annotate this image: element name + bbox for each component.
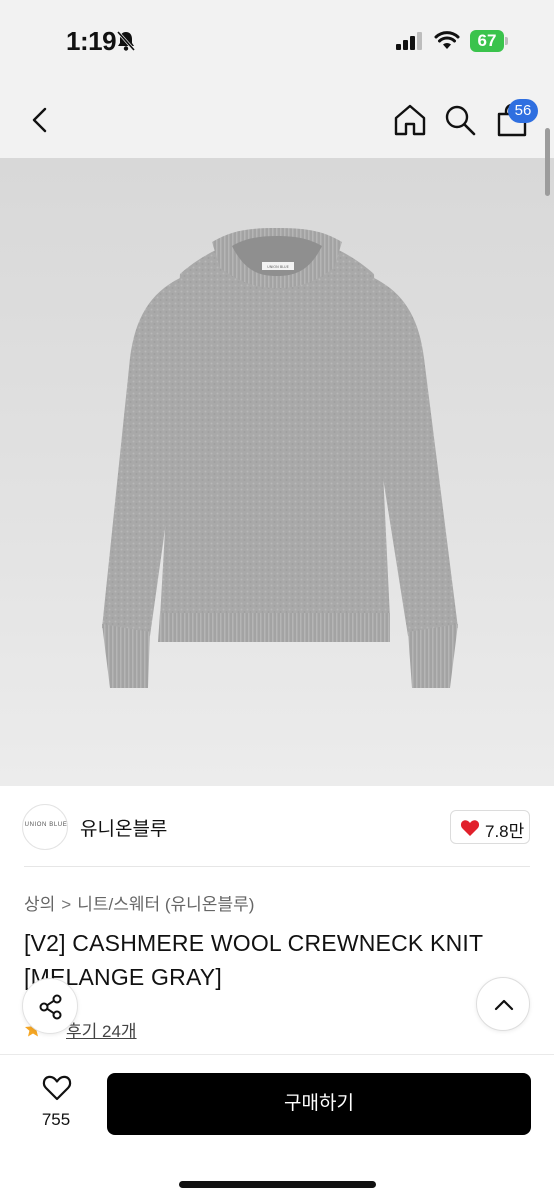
brand-logo[interactable]: UNION BLUE: [22, 804, 68, 850]
wishlist-button[interactable]: 755: [26, 1074, 86, 1134]
top-nav-bar: [0, 84, 554, 158]
breadcrumb-separator: >: [61, 895, 72, 914]
search-icon[interactable]: [442, 102, 478, 138]
back-icon[interactable]: [24, 102, 60, 138]
chevron-up-icon: [494, 999, 514, 1011]
status-bar: 1:19 67: [0, 0, 554, 84]
breadcrumb: 상의 > 니트/스웨터 (유니온블루): [24, 890, 254, 915]
bell-slash-icon: [116, 31, 136, 51]
battery-icon: 67: [470, 30, 508, 52]
scroll-to-top-button[interactable]: [476, 977, 530, 1031]
divider: [24, 866, 530, 867]
heart-icon: [460, 820, 480, 836]
signal-icon: [396, 32, 422, 50]
home-indicator: [179, 1181, 376, 1188]
product-title: [V2] CASHMERE WOOL CREWNECK KNIT [MELANG…: [24, 930, 483, 990]
share-button[interactable]: [22, 978, 78, 1034]
sweater-illustration: UNION BLUE: [102, 228, 458, 688]
brand-tag: UNION BLUE: [267, 265, 289, 269]
home-icon[interactable]: [392, 102, 428, 138]
battery-level: 67: [477, 31, 497, 50]
product-image[interactable]: UNION BLUE: [0, 158, 554, 786]
brand-like-button[interactable]: 7.8만: [450, 810, 530, 844]
wifi-icon: [434, 31, 460, 49]
wish-count: 755: [41, 1110, 71, 1129]
like-count: 7.8만: [485, 822, 525, 841]
review-link[interactable]: 후기 24개: [66, 1017, 137, 1042]
breadcrumb-item-top[interactable]: 상의: [24, 890, 55, 915]
breadcrumb-item-knit[interactable]: 니트/스웨터 (유니온블루): [77, 890, 254, 915]
brand-name[interactable]: 유니온블루: [80, 814, 167, 841]
status-time: 1:19: [66, 26, 117, 56]
page-scrollbar[interactable]: [545, 128, 550, 196]
brand-logo-text: UNION BLUE: [24, 822, 68, 828]
share-icon: [39, 994, 62, 1020]
heart-outline-icon: [42, 1075, 72, 1101]
buy-button[interactable]: 구매하기: [107, 1073, 531, 1135]
cart-count-badge: 56: [508, 99, 538, 123]
